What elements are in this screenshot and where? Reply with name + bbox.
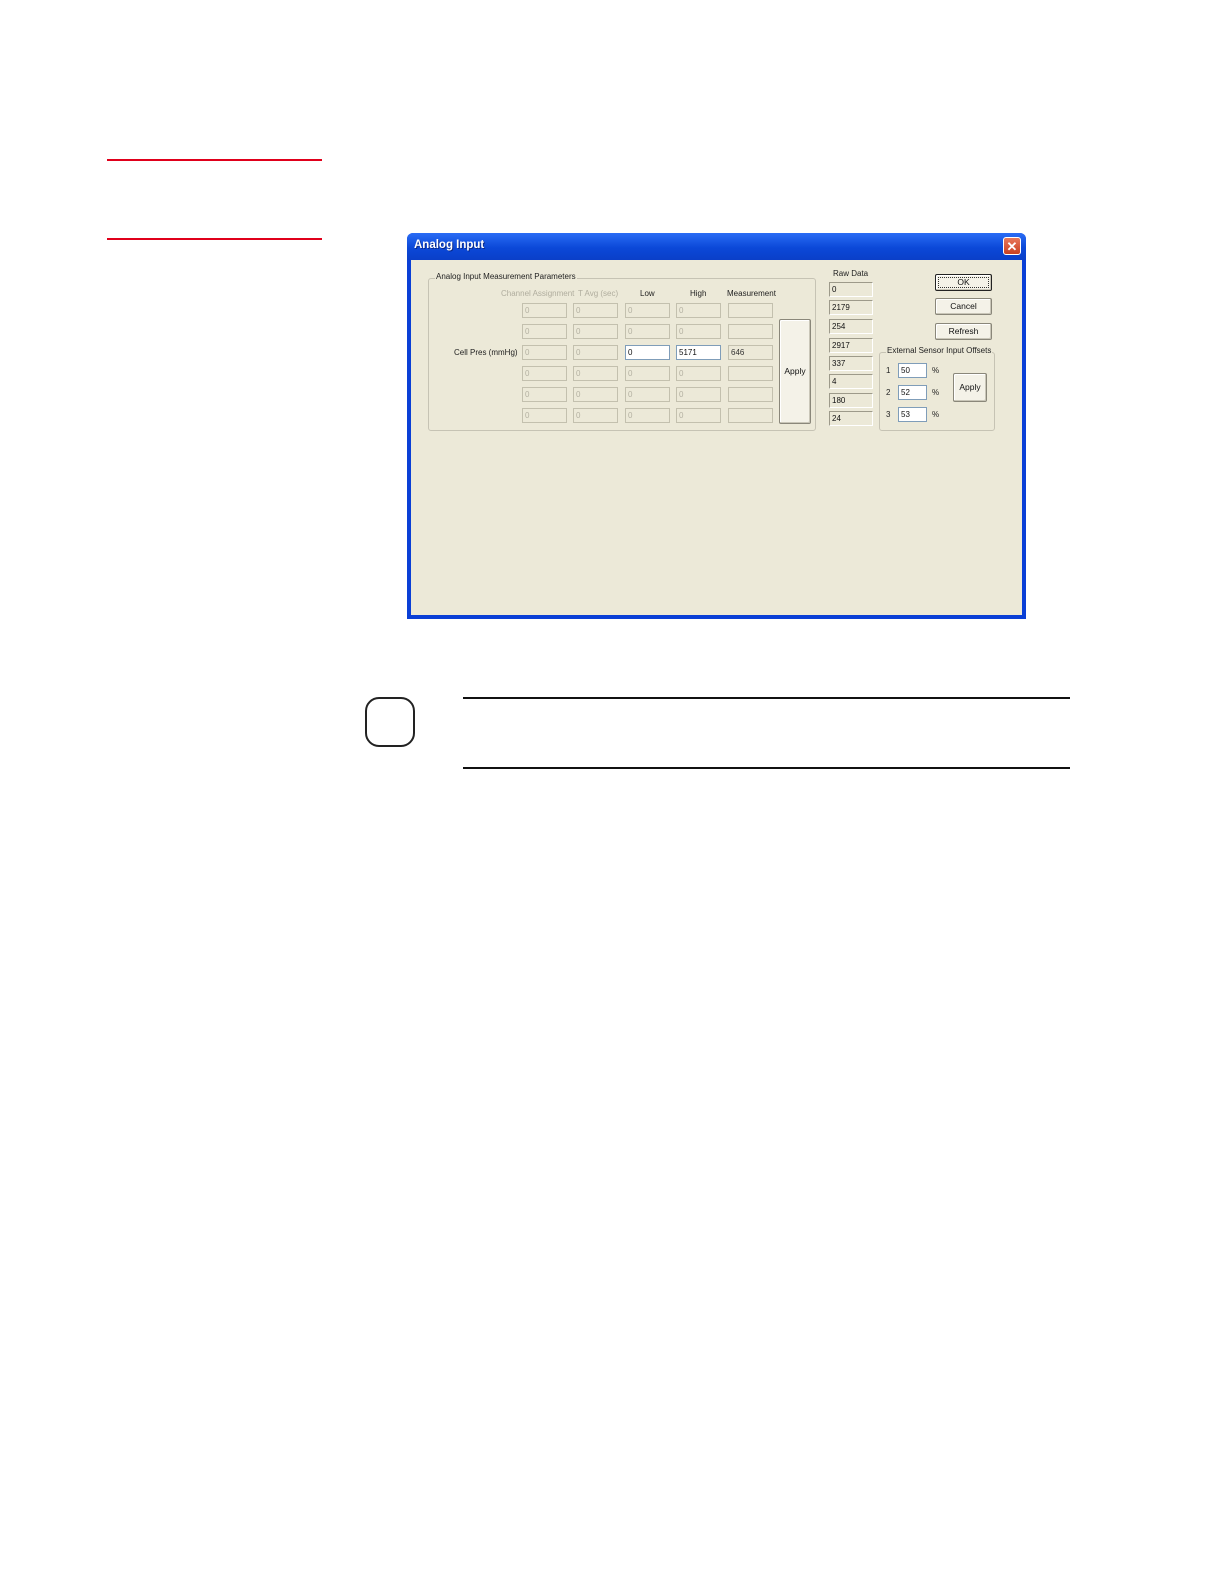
row4-channel-field: 0 <box>522 366 567 381</box>
raw-data-value-5: 337 <box>829 356 873 371</box>
offsets-apply-button[interactable]: Apply <box>953 373 987 402</box>
row6-tavg-field: 0 <box>573 408 618 423</box>
row1-low-field: 0 <box>625 303 670 318</box>
analog-input-dialog: Analog Input ✕ Analog Input Measurement … <box>407 233 1026 619</box>
row3-channel-field: 0 <box>522 345 567 360</box>
col-header-tavg: T Avg (sec) <box>578 289 619 298</box>
offset-2-unit: % <box>932 388 940 397</box>
row4-high-field: 0 <box>676 366 721 381</box>
row5-high-field: 0 <box>676 387 721 402</box>
row3-tavg-field: 0 <box>573 345 618 360</box>
close-button[interactable]: ✕ <box>1003 237 1021 255</box>
note-rule-top <box>463 697 1070 699</box>
offset-1-input[interactable]: 50 <box>898 363 927 378</box>
offset-1-unit: % <box>932 366 940 375</box>
params-apply-button[interactable]: Apply <box>779 319 811 424</box>
row4-low-field: 0 <box>625 366 670 381</box>
row4-measurement-field <box>728 366 773 381</box>
row3-measurement-field: 646 <box>728 345 773 360</box>
close-icon: ✕ <box>1006 239 1018 254</box>
raw-data-value-1: 0 <box>829 282 873 297</box>
offsets-apply-label: Apply <box>959 382 981 392</box>
row6-low-field: 0 <box>625 408 670 423</box>
row3-high-input[interactable]: 5171 <box>676 345 721 360</box>
row1-high-field: 0 <box>676 303 721 318</box>
row1-tavg-field: 0 <box>573 303 618 318</box>
offset-3-index: 3 <box>886 410 891 419</box>
raw-data-value-7: 180 <box>829 393 873 408</box>
raw-data-value-4: 2917 <box>829 338 873 353</box>
row5-low-field: 0 <box>625 387 670 402</box>
row2-low-field: 0 <box>625 324 670 339</box>
refresh-button[interactable]: Refresh <box>935 323 992 340</box>
row6-channel-field: 0 <box>522 408 567 423</box>
refresh-label: Refresh <box>948 326 979 336</box>
raw-data-value-2: 2179 <box>829 300 873 315</box>
row5-measurement-field <box>728 387 773 402</box>
row2-measurement-field <box>728 324 773 339</box>
raw-data-label: Raw Data <box>833 269 869 278</box>
note-icon <box>365 697 415 747</box>
cancel-button[interactable]: Cancel <box>935 298 992 315</box>
col-header-low: Low <box>640 289 655 298</box>
cancel-label: Cancel <box>950 301 977 311</box>
offset-3-unit: % <box>932 410 940 419</box>
note-rule-bottom <box>463 767 1070 769</box>
row1-measurement-field <box>728 303 773 318</box>
offset-2-index: 2 <box>886 388 891 397</box>
col-header-channel: Channel Assignment <box>501 289 575 298</box>
row2-tavg-field: 0 <box>573 324 618 339</box>
row5-tavg-field: 0 <box>573 387 618 402</box>
offset-2-input[interactable]: 52 <box>898 385 927 400</box>
ok-button[interactable]: OK <box>935 274 992 291</box>
row6-measurement-field <box>728 408 773 423</box>
offset-3-input[interactable]: 53 <box>898 407 927 422</box>
row2-high-field: 0 <box>676 324 721 339</box>
header-red-rule-bottom <box>107 238 322 240</box>
col-header-high: High <box>690 289 707 298</box>
raw-data-value-3: 254 <box>829 319 873 334</box>
offset-1-index: 1 <box>886 366 891 375</box>
title-bar[interactable]: Analog Input ✕ <box>407 233 1026 260</box>
params-apply-label: Apply <box>784 366 806 376</box>
offsets-group-label: External Sensor Input Offsets <box>886 346 993 355</box>
row3-label: Cell Pres (mmHg) <box>454 348 518 357</box>
row4-tavg-field: 0 <box>573 366 618 381</box>
row6-high-field: 0 <box>676 408 721 423</box>
ok-focus-ring <box>938 277 989 288</box>
window-title: Analog Input <box>414 239 485 251</box>
row2-channel-field: 0 <box>522 324 567 339</box>
row5-channel-field: 0 <box>522 387 567 402</box>
raw-data-value-6: 4 <box>829 374 873 389</box>
dialog-client-area: Analog Input Measurement Parameters Chan… <box>411 260 1022 615</box>
header-red-rule-top <box>107 159 322 161</box>
row1-channel-field: 0 <box>522 303 567 318</box>
row3-low-input[interactable]: 0 <box>625 345 670 360</box>
params-group-label: Analog Input Measurement Parameters <box>435 272 577 281</box>
col-header-measurement: Measurement <box>727 289 776 298</box>
raw-data-value-8: 24 <box>829 411 873 426</box>
